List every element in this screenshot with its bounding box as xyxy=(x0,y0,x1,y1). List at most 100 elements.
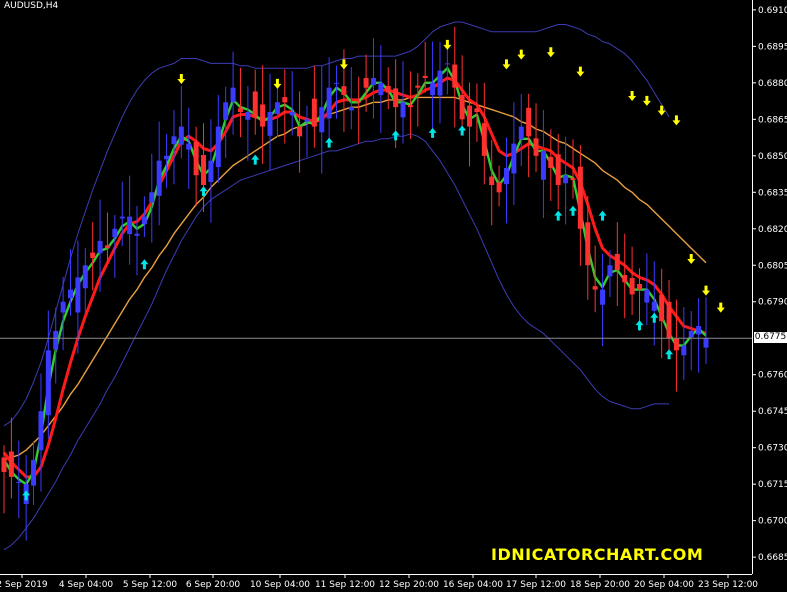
time-tick-label: 18 Sep 20:00 xyxy=(570,580,630,590)
candle-body xyxy=(681,345,687,356)
candle-body xyxy=(666,301,672,339)
sell-arrow xyxy=(702,285,710,296)
sell-arrow xyxy=(517,49,526,60)
candle-body xyxy=(570,178,576,181)
sell-arrow xyxy=(443,39,452,50)
buy-arrow xyxy=(140,259,149,270)
buy-arrow xyxy=(635,320,644,331)
candle-body xyxy=(533,138,539,156)
candle-body xyxy=(171,136,177,145)
price-axis: 0.6910 0.6895 0.6880 0.6865 0.6850 0.6835 0.68… xyxy=(752,6,787,563)
candlesticks xyxy=(1,26,709,541)
candle-body xyxy=(274,102,280,115)
candle-body xyxy=(178,126,184,145)
candle-body xyxy=(614,253,620,271)
price-tick-label: 0.6895 xyxy=(758,42,787,52)
candle-body xyxy=(548,156,554,168)
time-tick-label: 5 Sep 12:00 xyxy=(123,580,178,590)
candle-body xyxy=(31,459,37,486)
price-tick-label: 0.6685 xyxy=(758,553,787,563)
candle-body xyxy=(481,123,487,156)
candle-body xyxy=(319,107,325,133)
price-tick-label: 0.6805 xyxy=(758,261,787,271)
sell-arrow xyxy=(642,95,651,106)
candle-body xyxy=(186,143,192,150)
price-tick-label: 0.6790 xyxy=(758,298,787,308)
price-tick-label: 0.6910 xyxy=(758,6,787,16)
price-tick-label: 0.6820 xyxy=(758,225,787,235)
time-tick-label: 11 Sep 12:00 xyxy=(315,580,375,590)
candle-body xyxy=(592,286,598,290)
candle-body xyxy=(415,85,421,88)
buy-arrow xyxy=(650,312,659,323)
candle-body xyxy=(563,175,569,184)
candle-body xyxy=(385,85,391,93)
price-chart[interactable]: 0.6910 0.6895 0.6880 0.6865 0.6850 0.6835 0.68… xyxy=(0,0,787,592)
sell-arrow xyxy=(672,115,681,126)
candle-body xyxy=(474,108,480,113)
candle-body xyxy=(644,289,650,303)
candle-body xyxy=(8,451,14,477)
candle-body xyxy=(540,150,546,180)
slow-ma-line xyxy=(2,76,707,479)
buy-arrow xyxy=(665,349,674,360)
candle-body xyxy=(97,240,103,254)
candle-body xyxy=(326,87,332,119)
trend-ma-line xyxy=(3,96,707,461)
candle-body xyxy=(334,82,340,84)
candle-body xyxy=(459,94,465,120)
candle-body xyxy=(518,126,524,140)
price-tick-label: 0.6835 xyxy=(758,188,787,198)
candle-body xyxy=(53,330,59,350)
candle-body xyxy=(555,154,561,185)
time-tick-label: 17 Sep 12:00 xyxy=(506,580,566,590)
buy-arrow xyxy=(458,125,467,136)
sell-arrow xyxy=(657,105,666,116)
buy-arrow xyxy=(554,210,563,221)
candle-body xyxy=(600,289,606,305)
candle-body xyxy=(149,192,155,203)
candle-body xyxy=(282,97,288,103)
candle-body xyxy=(1,457,7,473)
candle-body xyxy=(503,167,509,185)
candle-body xyxy=(208,160,214,182)
candle-body xyxy=(16,481,22,483)
price-tick-label: 0.6730 xyxy=(758,444,787,454)
candle-body xyxy=(156,160,162,196)
candle-body xyxy=(223,102,229,120)
candle-body xyxy=(134,233,140,236)
candle-body xyxy=(696,326,702,335)
candle-body xyxy=(289,112,295,116)
candle-body xyxy=(245,112,251,120)
candle-body xyxy=(252,91,258,117)
candle-body xyxy=(311,98,317,127)
candle-body xyxy=(164,155,170,160)
time-axis: 2 Sep 2019 4 Sep 04:00 5 Sep 12:00 6 Sep 20… xyxy=(0,574,758,590)
candle-body xyxy=(348,107,354,111)
time-tick-label: 2 Sep 2019 xyxy=(0,580,48,590)
candle-body xyxy=(38,411,44,451)
buy-arrow xyxy=(598,210,607,221)
sell-arrow xyxy=(716,302,725,313)
sell-arrow xyxy=(576,66,585,77)
candle-body xyxy=(193,142,199,176)
time-tick-label: 6 Sep 20:00 xyxy=(186,580,241,590)
price-tick-label: 0.6715 xyxy=(758,480,787,490)
sell-arrow xyxy=(546,47,555,58)
buy-arrow xyxy=(199,186,208,197)
price-tick-label: 0.6760 xyxy=(758,371,787,381)
candle-body xyxy=(237,108,243,113)
candle-body xyxy=(68,289,74,299)
candle-body xyxy=(629,278,635,295)
buy-arrow xyxy=(251,154,260,165)
price-tick-label: 0.6850 xyxy=(758,152,787,162)
candle-body xyxy=(260,104,266,127)
candle-body xyxy=(636,284,642,290)
candle-body xyxy=(622,275,628,283)
sell-arrow xyxy=(687,253,696,264)
candle-body xyxy=(489,176,495,185)
candle-body xyxy=(607,265,613,277)
candle-body xyxy=(378,82,384,96)
candle-body xyxy=(304,119,310,122)
candle-body xyxy=(104,245,110,249)
